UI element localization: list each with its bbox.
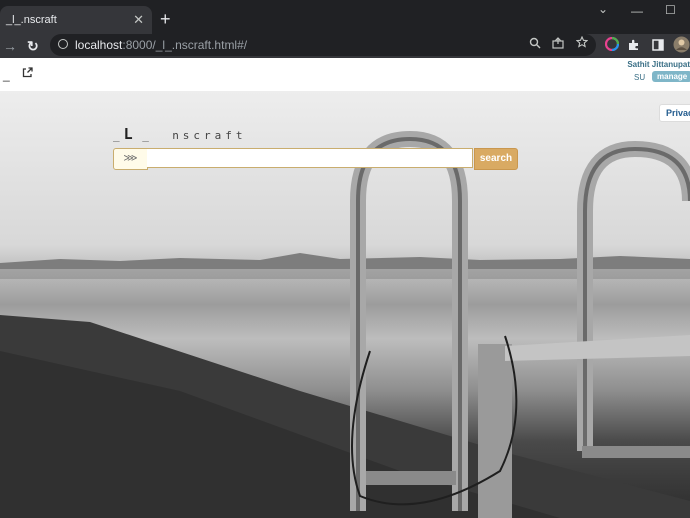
info-icon[interactable] xyxy=(58,39,68,49)
logo-part-4: nscraft xyxy=(172,129,247,142)
privacy-button[interactable]: Privac xyxy=(659,104,690,122)
minimize-button[interactable]: — xyxy=(631,4,643,18)
external-link-icon[interactable] xyxy=(22,67,33,81)
reload-button[interactable]: ↻ xyxy=(27,36,39,56)
tab-close-icon[interactable]: ✕ xyxy=(133,6,144,34)
color-extension-icon[interactable] xyxy=(604,36,620,56)
header-left-glyph[interactable]: _ xyxy=(3,68,10,82)
logo-part-2: L xyxy=(123,125,133,143)
share-icon[interactable] xyxy=(552,37,564,52)
maximize-button[interactable]: ☐ xyxy=(665,3,676,17)
profile-avatar-icon[interactable] xyxy=(673,36,690,58)
url-path: :8000/_l_.nscraft.html#/ xyxy=(122,38,248,52)
puzzle-extensions-icon[interactable] xyxy=(628,38,640,56)
url-host: localhost xyxy=(75,38,123,52)
user-name: Sathit Jittanupat xyxy=(627,60,690,69)
user-initials: SU xyxy=(634,73,646,82)
star-icon[interactable] xyxy=(575,35,589,51)
manage-button[interactable]: manage xyxy=(652,71,690,82)
browser-toolbar: → ↻ localhost:8000/_l_.nscraft.html#/ xyxy=(0,34,690,58)
site-logo: _L _ nscraft xyxy=(113,124,247,143)
search-input[interactable] xyxy=(147,148,473,168)
url-text[interactable]: localhost:8000/_l_.nscraft.html#/ xyxy=(75,38,247,52)
tab-title: _l_.nscraft xyxy=(6,14,57,26)
logo-part-3: _ xyxy=(142,129,153,142)
forward-button[interactable]: → xyxy=(3,36,17,56)
zoom-icon[interactable] xyxy=(529,37,541,52)
browser-tab[interactable]: _l_.nscraft ✕ xyxy=(0,6,152,34)
logo-part-1: _ xyxy=(113,129,124,142)
tab-search-chevron-icon[interactable]: ⌄ xyxy=(598,2,608,16)
address-bar[interactable]: localhost:8000/_l_.nscraft.html#/ xyxy=(50,34,596,56)
tab-strip: _l_.nscraft ✕ + ⌄ — ☐ xyxy=(0,0,690,34)
sidebar-icon[interactable] xyxy=(652,38,664,56)
hero-background: Privac _L _ nscraft ⋙ search xyxy=(0,91,690,518)
new-tab-button[interactable]: + xyxy=(160,7,171,31)
search-button[interactable]: search xyxy=(474,148,518,170)
search-prefix-button[interactable]: ⋙ xyxy=(113,148,148,170)
page-header: _ Sathit Jittanupat SU manage xyxy=(0,58,690,92)
